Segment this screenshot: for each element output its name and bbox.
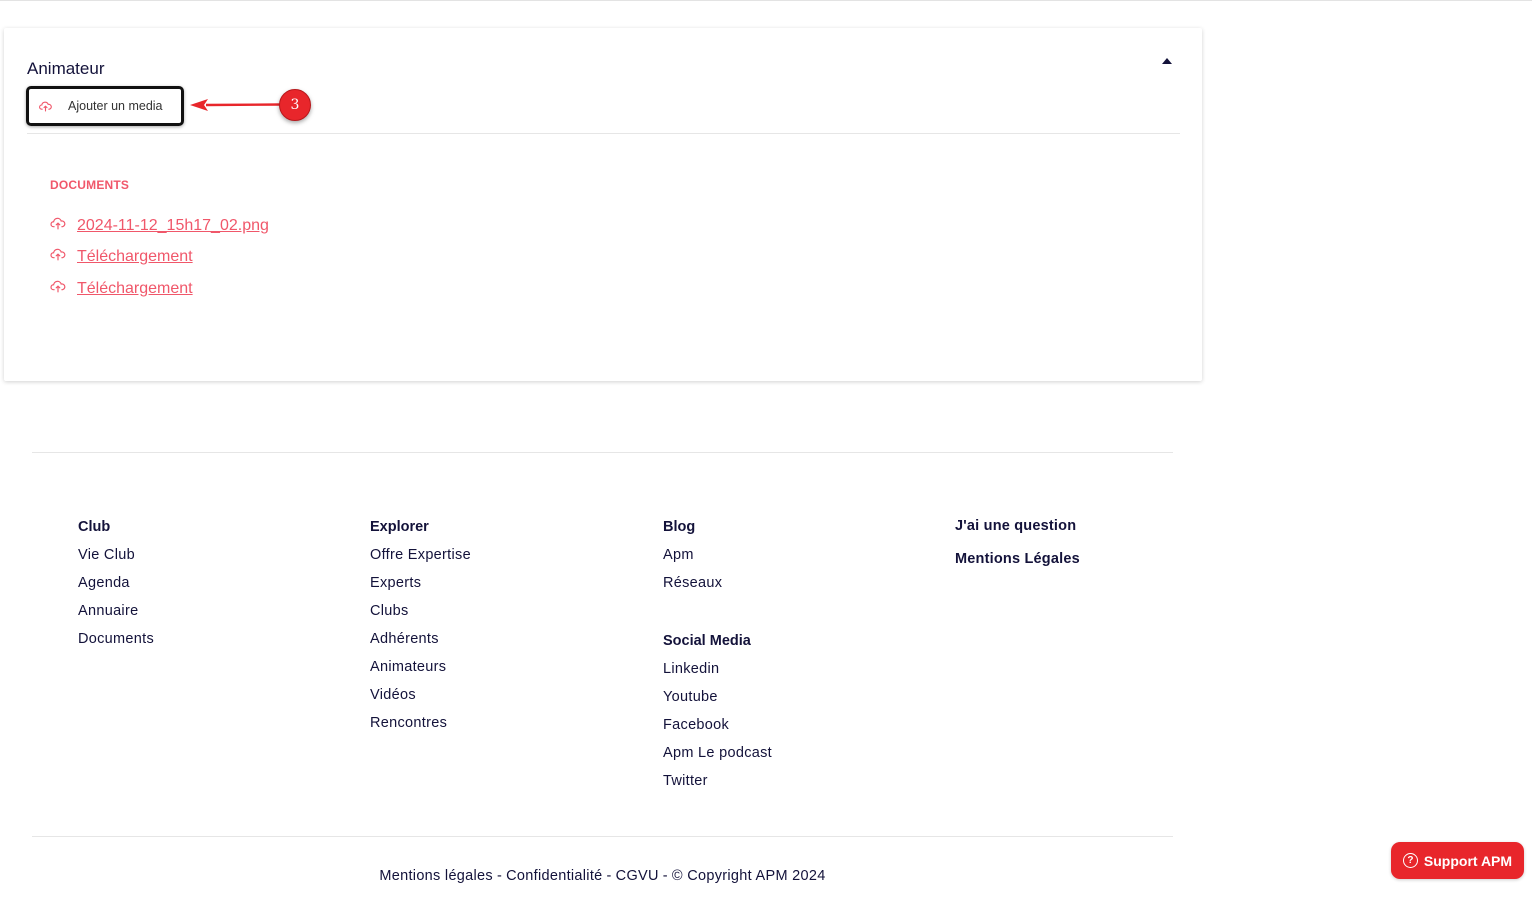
footer-link-clubs[interactable]: Clubs (370, 602, 471, 630)
document-link[interactable]: Téléchargement (77, 280, 193, 298)
document-link[interactable]: Téléchargement (77, 248, 193, 266)
footer-link-documents[interactable]: Documents (78, 630, 154, 658)
cloud-upload-icon (50, 280, 66, 298)
footer-heading-explorer: Explorer (370, 519, 429, 535)
footer-link-annuaire[interactable]: Annuaire (78, 602, 154, 630)
footer-col-explorer: Explorer Offre Expertise Experts Clubs A… (370, 518, 471, 742)
footer-link-facebook[interactable]: Facebook (663, 716, 772, 744)
footer-link-animateurs[interactable]: Animateurs (370, 658, 471, 686)
footer-bottom-divider (32, 836, 1173, 837)
card-title: Animateur (27, 59, 105, 78)
footer-link-youtube[interactable]: Youtube (663, 688, 772, 716)
document-item: 2024-11-12_15h17_02.png (50, 210, 269, 242)
separator: - (606, 868, 612, 884)
add-media-button[interactable]: Ajouter un media (29, 89, 181, 123)
collapse-caret-icon[interactable] (1162, 58, 1172, 64)
footer-col-club: Club Vie Club Agenda Annuaire Documents (78, 518, 154, 658)
footer-link-agenda[interactable]: Agenda (78, 574, 154, 602)
footer-heading-social: Social Media (663, 633, 751, 649)
document-item: Téléchargement (50, 242, 269, 274)
footer-link-apm[interactable]: Apm (663, 546, 772, 574)
footer-top-divider (32, 452, 1173, 453)
support-label: Support APM (1423, 852, 1513, 869)
annotation-arrow-icon (190, 96, 283, 119)
annotation-step-badge: 3 (279, 89, 311, 121)
add-media-highlight: Ajouter un media (26, 86, 184, 126)
footer-link-rencontres[interactable]: Rencontres (370, 714, 471, 742)
footer-link-vie-club[interactable]: Vie Club (78, 546, 154, 574)
help-circle-icon: ? (1402, 853, 1418, 868)
footer-copyright-row: Mentions légales - Confidentialité - CGVU - © … (0, 868, 1205, 884)
bottom-link-confidentiality[interactable]: Confidentialité (506, 868, 602, 884)
footer-link-linkedin[interactable]: Linkedin (663, 660, 772, 688)
footer-link-podcast[interactable]: Apm Le podcast (663, 744, 772, 772)
footer-heading-club: Club (78, 519, 111, 535)
top-divider (0, 0, 1532, 1)
footer-link-adherents[interactable]: Adhérents (370, 630, 471, 658)
footer-link-question[interactable]: J'ai une question (955, 518, 1076, 534)
copyright-text: © Copyright APM 2024 (671, 868, 826, 884)
card-divider (27, 133, 1180, 134)
documents-list: 2024-11-12_15h17_02.png Téléchargement T… (50, 210, 269, 305)
footer-heading-blog: Blog (663, 519, 696, 535)
separator: - (662, 868, 668, 884)
separator: - (496, 868, 503, 884)
document-item: Téléchargement (50, 273, 269, 305)
documents-heading: DOCUMENTS (50, 178, 130, 192)
document-link[interactable]: 2024-11-12_15h17_02.png (77, 217, 269, 235)
footer-link-twitter[interactable]: Twitter (663, 772, 772, 800)
support-button[interactable]: ? Support APM (1391, 842, 1524, 879)
footer-spacer (663, 602, 772, 632)
footer-link-offre-expertise[interactable]: Offre Expertise (370, 546, 471, 574)
animateur-card: Animateur Ajouter un media DOCUMENTS 202… (4, 28, 1202, 381)
bottom-link-mentions[interactable]: Mentions légales (379, 868, 493, 884)
cloud-upload-icon (50, 248, 66, 266)
cloud-upload-icon (50, 217, 66, 235)
footer-link-experts[interactable]: Experts (370, 574, 471, 602)
bottom-link-cgvu[interactable]: CGVU (616, 868, 659, 884)
footer-link-reseaux[interactable]: Réseaux (663, 574, 772, 602)
cloud-upload-icon (39, 101, 52, 112)
footer-link-videos[interactable]: Vidéos (370, 686, 471, 714)
footer-link-mentions-legales[interactable]: Mentions Légales (955, 551, 1080, 567)
footer-col-blog: Blog Apm Réseaux Social Media Linkedin Y… (663, 518, 772, 800)
add-media-label: Ajouter un media (68, 99, 163, 113)
